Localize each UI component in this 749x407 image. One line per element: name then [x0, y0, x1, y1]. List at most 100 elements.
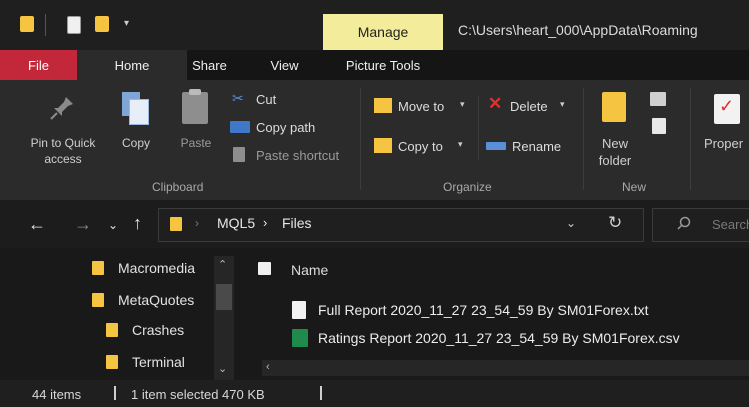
- copy-button[interactable]: Copy: [112, 90, 160, 170]
- paste-shortcut-button[interactable]: Paste shortcut: [230, 146, 355, 166]
- column-header-name[interactable]: Name: [291, 262, 328, 278]
- copy-to-label: Copy to: [398, 139, 443, 154]
- tab-picture-tools[interactable]: Picture Tools: [335, 50, 431, 80]
- nav-scroll-thumb[interactable]: [216, 284, 232, 310]
- divider: [690, 88, 691, 190]
- nav-item-label: MetaQuotes: [118, 292, 195, 308]
- nav-item-label: Macromedia: [118, 260, 196, 276]
- pin-icon: [50, 97, 73, 120]
- copy-icon: [122, 92, 149, 125]
- scissors-icon: ✂: [232, 90, 244, 106]
- new-folder-label-line2: folder: [598, 153, 632, 168]
- copy-path-label: Copy path: [256, 120, 316, 135]
- copy-to-button[interactable]: Copy to ▾: [372, 136, 472, 158]
- rename-label: Rename: [512, 139, 562, 154]
- file-name: Full Report 2020_11_27 23_54_59 By SM01F…: [318, 302, 649, 318]
- refresh-icon[interactable]: ↻: [608, 213, 622, 233]
- paste-shortcut-label: Paste shortcut: [256, 148, 340, 163]
- folder-icon: [106, 355, 118, 369]
- paste-label: Paste: [180, 136, 212, 150]
- back-arrow-icon[interactable]: ←: [28, 214, 46, 235]
- search-icon: [677, 216, 691, 230]
- file-list-horizontal-scrollbar[interactable]: [262, 360, 749, 376]
- divider: [320, 386, 322, 400]
- clipboard-group-label: Clipboard: [152, 180, 204, 194]
- rename-icon: [486, 142, 506, 150]
- new-item-icon[interactable]: [650, 92, 666, 106]
- customize-quick-access-icon[interactable]: ▾: [124, 18, 129, 29]
- move-to-button[interactable]: Move to ▾: [372, 96, 472, 118]
- rename-button[interactable]: Rename: [486, 136, 572, 158]
- nav-item-label: Terminal: [132, 354, 185, 370]
- divider: [478, 96, 479, 160]
- divider: [583, 88, 584, 190]
- new-folder-button[interactable]: New folder: [590, 88, 640, 172]
- scroll-left-icon[interactable]: ‹: [266, 361, 270, 373]
- breadcrumb-separator-icon[interactable]: ›: [263, 215, 267, 230]
- file-name: Ratings Report 2020_11_27 23_54_59 By SM…: [318, 330, 680, 346]
- properties-label: Proper: [704, 136, 744, 151]
- up-arrow-icon[interactable]: ↑: [133, 213, 142, 234]
- search-placeholder: Search: [712, 217, 749, 232]
- status-item-count: 44 items: [32, 387, 82, 402]
- nav-item-metaquotes[interactable]: MetaQuotes: [92, 290, 212, 312]
- recent-locations-chevron-icon[interactable]: ⌄: [108, 218, 118, 232]
- cut-button[interactable]: ✂ Cut: [230, 90, 330, 110]
- copy-label: Copy: [121, 136, 150, 150]
- tab-file[interactable]: File: [0, 50, 77, 80]
- forward-arrow-icon[interactable]: →: [74, 214, 92, 235]
- nav-item-terminal[interactable]: Terminal: [106, 352, 212, 374]
- divider: [360, 88, 361, 190]
- delete-button[interactable]: ✕ Delete ▾: [486, 94, 572, 118]
- status-selection: 1 item selected 470 KB: [131, 387, 265, 402]
- paste-icon: [182, 89, 208, 124]
- manage-tab[interactable]: Manage: [323, 14, 443, 50]
- address-dropdown-icon[interactable]: ⌄: [566, 216, 576, 230]
- file-row[interactable]: Ratings Report 2020_11_27 23_54_59 By SM…: [290, 328, 749, 350]
- paste-shortcut-icon: [233, 147, 245, 162]
- excel-file-icon: [292, 329, 308, 347]
- new-folder-quick-icon[interactable]: [95, 16, 109, 32]
- new-group-label: New: [622, 180, 647, 194]
- move-to-label: Move to: [398, 99, 445, 114]
- file-row[interactable]: Full Report 2020_11_27 23_54_59 By SM01F…: [290, 300, 749, 322]
- breadcrumb-separator-icon[interactable]: ›: [195, 216, 199, 230]
- chevron-down-icon: ▾: [458, 139, 463, 149]
- folder-icon: [92, 293, 104, 307]
- pin-to-quick-access-button[interactable]: Pin to Quick access: [18, 90, 108, 170]
- organize-group-label: Organize: [443, 180, 492, 194]
- text-file-icon: [292, 301, 306, 319]
- folder-icon: [20, 16, 34, 32]
- scroll-down-icon[interactable]: ⌄: [218, 362, 227, 375]
- copy-to-icon: [374, 138, 392, 153]
- nav-item-macromedia[interactable]: Macromedia: [92, 258, 212, 280]
- move-to-icon: [374, 98, 392, 113]
- copy-path-button[interactable]: Copy path: [230, 118, 340, 138]
- cut-label: Cut: [256, 92, 277, 107]
- easy-access-icon[interactable]: [652, 118, 666, 134]
- delete-label: Delete: [510, 99, 548, 114]
- scroll-up-icon[interactable]: ⌃: [218, 258, 227, 271]
- properties-button[interactable]: ✓ Proper: [700, 88, 749, 172]
- delete-x-icon: ✕: [488, 94, 503, 113]
- properties-quick-icon[interactable]: [67, 16, 81, 34]
- chevron-down-icon: ▾: [560, 99, 565, 109]
- window-title-path: C:\Users\heart_000\AppData\Roaming: [458, 22, 698, 38]
- divider: [45, 14, 46, 36]
- folder-icon: [92, 261, 104, 275]
- chevron-down-icon: ▾: [460, 99, 465, 109]
- tab-share[interactable]: Share: [187, 50, 232, 80]
- properties-icon: ✓: [714, 94, 740, 124]
- divider: [114, 386, 116, 400]
- breadcrumb-files[interactable]: Files: [282, 215, 312, 231]
- nav-item-crashes[interactable]: Crashes: [106, 320, 212, 342]
- pin-label-line2: access: [44, 152, 82, 166]
- breadcrumb-mql5[interactable]: MQL5: [217, 215, 255, 231]
- tab-view[interactable]: View: [262, 50, 307, 80]
- copy-path-icon: [230, 121, 250, 133]
- select-all-checkbox[interactable]: [258, 262, 271, 275]
- tab-home[interactable]: Home: [77, 50, 187, 80]
- folder-icon: [106, 323, 118, 337]
- paste-button[interactable]: Paste: [172, 89, 220, 170]
- folder-icon: [170, 217, 182, 231]
